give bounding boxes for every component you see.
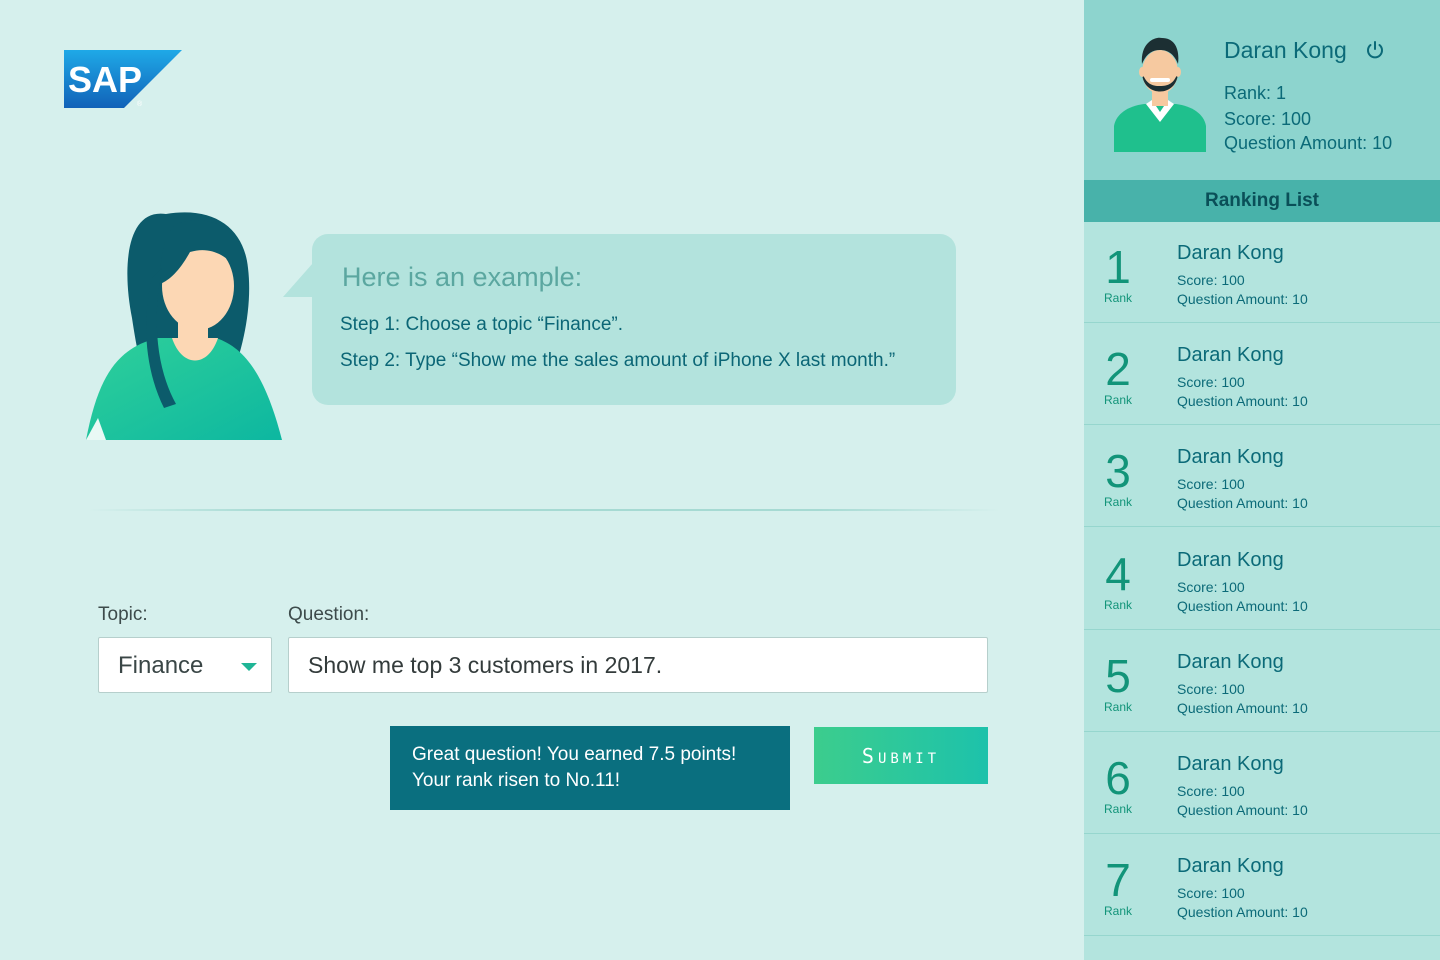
profile-question-amount: Question Amount: 10 [1224, 133, 1393, 153]
question-label: Question: [288, 604, 370, 625]
rank-caption: Rank [1104, 393, 1133, 407]
assistant-avatar [86, 212, 282, 440]
example-step-1: Step 1: Choose a topic “Finance”. [340, 314, 624, 335]
rank-user-name: Daran Kong [1177, 855, 1284, 877]
rank-user-name: Daran Kong [1177, 344, 1284, 366]
rank-user-name: Daran Kong [1177, 651, 1284, 673]
rank-caption: Rank [1104, 802, 1133, 816]
example-step-2: Step 2: Type “Show me the sales amount o… [340, 350, 896, 371]
rank-score: Score: 100 [1177, 783, 1245, 799]
sidebar: Daran Kong Rank: 1 Score: 100 Question A… [1084, 0, 1440, 960]
rank-score: Score: 100 [1177, 272, 1245, 288]
profile-rank: Rank: 1 [1224, 83, 1287, 103]
ranking-row[interactable]: 1 Rank Daran Kong Score: 100 Question Am… [1084, 222, 1440, 323]
profile-score: Score: 100 [1224, 109, 1312, 129]
profile-name: Daran Kong [1224, 37, 1347, 63]
rank-number: 3 [1105, 445, 1131, 497]
rank-caption: Rank [1104, 904, 1133, 918]
power-icon[interactable] [1365, 40, 1385, 60]
ranking-row[interactable]: 6 Rank Daran Kong Score: 100 Question Am… [1084, 733, 1440, 834]
rank-number: 7 [1105, 854, 1131, 906]
user-avatar [1114, 37, 1206, 152]
ranking-row[interactable]: 5 Rank Daran Kong Score: 100 Question Am… [1084, 631, 1440, 732]
rank-score: Score: 100 [1177, 374, 1245, 390]
ranking-row[interactable]: 4 Rank Daran Kong Score: 100 Question Am… [1084, 529, 1440, 630]
svg-text:SAP: SAP [68, 59, 142, 100]
rank-user-name: Daran Kong [1177, 242, 1284, 264]
sap-logo[interactable]: SAP ® [64, 50, 182, 108]
rank-number: 2 [1105, 343, 1131, 395]
rank-question-amount: Question Amount: 10 [1177, 393, 1308, 409]
ranking-row[interactable]: 2 Rank Daran Kong Score: 100 Question Am… [1084, 324, 1440, 425]
topic-dropdown[interactable]: Finance [98, 637, 272, 693]
example-speech-bubble: Here is an example: Step 1: Choose a top… [312, 234, 956, 405]
rank-score: Score: 100 [1177, 681, 1245, 697]
rank-question-amount: Question Amount: 10 [1177, 700, 1308, 716]
rank-caption: Rank [1104, 495, 1133, 509]
rank-number: 4 [1105, 548, 1131, 600]
ranking-row[interactable]: 3 Rank Daran Kong Score: 100 Question Am… [1084, 426, 1440, 527]
rank-question-amount: Question Amount: 10 [1177, 291, 1308, 307]
rank-caption: Rank [1104, 700, 1133, 714]
question-input[interactable] [288, 637, 988, 693]
points-notification: Great question! You earned 7.5 points! Y… [390, 726, 790, 810]
svg-text:®: ® [137, 100, 143, 108]
topic-label: Topic: [98, 604, 148, 625]
chevron-down-icon [241, 663, 257, 671]
rank-score: Score: 100 [1177, 579, 1245, 595]
main-area: SAP ® Here is an example: Step 1: Choose… [0, 0, 1084, 960]
rank-caption: Rank [1104, 291, 1133, 305]
speech-bubble-tail [283, 263, 313, 297]
rank-question-amount: Question Amount: 10 [1177, 598, 1308, 614]
rank-score: Score: 100 [1177, 885, 1245, 901]
rank-user-name: Daran Kong [1177, 446, 1284, 468]
topic-selected-value: Finance [118, 652, 204, 679]
section-divider [88, 509, 1000, 511]
rank-question-amount: Question Amount: 10 [1177, 802, 1308, 818]
rank-score: Score: 100 [1177, 476, 1245, 492]
rank-number: 1 [1105, 241, 1131, 293]
ranking-row[interactable]: 7 Rank Daran Kong Score: 100 Question Am… [1084, 835, 1440, 936]
rank-caption: Rank [1104, 598, 1133, 612]
submit-button[interactable]: Submit [814, 727, 988, 784]
notification-line-1: Great question! You earned 7.5 points! [412, 744, 737, 765]
user-profile-panel: Daran Kong Rank: 1 Score: 100 Question A… [1084, 0, 1440, 180]
rank-question-amount: Question Amount: 10 [1177, 495, 1308, 511]
rank-user-name: Daran Kong [1177, 549, 1284, 571]
rank-number: 5 [1105, 650, 1131, 702]
rank-user-name: Daran Kong [1177, 753, 1284, 775]
ranking-list-header: Ranking List [1084, 180, 1440, 222]
rank-question-amount: Question Amount: 10 [1177, 904, 1308, 920]
rank-number: 6 [1105, 752, 1131, 804]
notification-line-2: Your rank risen to No.11! [412, 770, 621, 791]
bubble-title: Here is an example: [342, 262, 583, 292]
